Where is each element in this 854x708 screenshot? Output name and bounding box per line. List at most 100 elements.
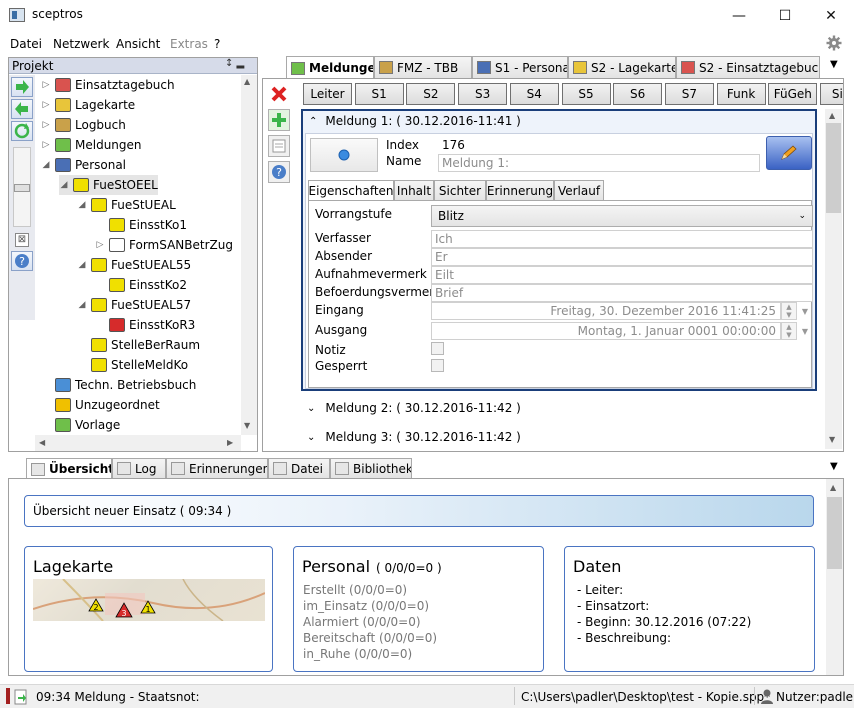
name-input[interactable]: Meldung 1: [438, 154, 760, 172]
tree-item-einsatztagebuch[interactable]: ▷ Einsatztagebuch [41, 75, 175, 95]
move-right-button[interactable] [11, 77, 33, 97]
meldung-1-header[interactable]: ⌃ Meldung 1: ( 30.12.2016-11:41 ) [303, 111, 815, 131]
personal-card[interactable]: Personal ( 0/0/0=0 ) Erstellt (0/0/0=0) … [293, 546, 544, 672]
panel-pin-icon[interactable]: ↕ ▂ [225, 58, 244, 69]
filter-button-s7[interactable]: S7 [664, 83, 714, 105]
tree-item-stellemeldko[interactable]: StelleMeldKo [77, 355, 188, 375]
tree-item-einsstkor3[interactable]: EinsstKoR3 [95, 315, 195, 335]
ausgang-spinner[interactable]: ▲ ▼ [781, 322, 797, 340]
lagekarte-map[interactable]: 2 3 1 [33, 579, 265, 621]
move-left-button[interactable] [11, 99, 33, 119]
tree-item-meldungen[interactable]: ▷ Meldungen [41, 135, 142, 155]
main-help-button[interactable]: ? [268, 161, 290, 183]
add-button[interactable] [268, 109, 290, 131]
meldung-3-header[interactable]: ⌄ Meldung 3: ( 30.12.2016-11:42 ) [307, 430, 521, 444]
subtab-erinnerung[interactable]: Erinnerung [486, 180, 554, 200]
subtab-eigenschaften[interactable]: Eigenschaften [308, 180, 394, 201]
collapse-icon[interactable]: ⊠ [15, 233, 29, 247]
tree-item-stelleberraum[interactable]: StelleBerRaum [77, 335, 200, 355]
tree-item-techn-betriebsbuch[interactable]: Techn. Betriebsbuch [41, 375, 196, 395]
meldungen-scrollbar[interactable]: ▲ ▼ [825, 109, 842, 449]
aufnahmevermerk-input[interactable]: Eilt [431, 266, 813, 284]
filter-button-s2[interactable]: S2 [406, 83, 456, 105]
menu-datei[interactable]: Datei [10, 37, 42, 51]
tree-expand-toggle-icon[interactable]: ◢ [59, 180, 69, 190]
befoerdungsvermerk-input[interactable]: Brief [431, 284, 813, 302]
filter-button-s5[interactable]: S5 [561, 83, 611, 105]
tree-item-logbuch[interactable]: ▷ Logbuch [41, 115, 126, 135]
main-tab-fmz-tbb[interactable]: FMZ - TBB [374, 56, 472, 78]
refresh-button[interactable] [11, 121, 33, 141]
notiz-checkbox[interactable] [431, 342, 444, 355]
filter-button-funk[interactable]: Funk [716, 83, 766, 105]
note-button[interactable] [268, 135, 290, 157]
tree-expand-toggle-icon[interactable]: ◢ [77, 300, 87, 310]
filter-button-leiter[interactable]: Leiter [303, 83, 352, 105]
close-button[interactable]: ✕ [808, 0, 854, 31]
meldungen-scroll-thumb[interactable] [826, 123, 841, 213]
overview-scrollbar[interactable]: ▲ [826, 479, 843, 675]
filter-button-s1[interactable]: S1 [354, 83, 404, 105]
tree-expand-toggle-icon[interactable]: ◢ [77, 260, 87, 270]
filter-button-s3[interactable]: S3 [458, 83, 508, 105]
bottom-tab-bibliothek[interactable]: Bibliothek [330, 458, 412, 478]
tree-expand-toggle-icon[interactable]: ▷ [41, 140, 51, 150]
menu-help[interactable]: ? [214, 37, 220, 51]
tree-expand-toggle-icon[interactable]: ▷ [95, 240, 105, 250]
tree-item-fuestueal55[interactable]: ◢ FueStUEAL55 [77, 255, 191, 275]
verfasser-input[interactable]: Ich [431, 230, 813, 248]
minimize-button[interactable]: — [716, 0, 762, 31]
zoom-slider-thumb[interactable] [14, 184, 30, 192]
menu-netzwerk[interactable]: Netzwerk [53, 37, 109, 51]
tree-item-fuestueal[interactable]: ◢ FueStUEAL [77, 195, 176, 215]
absender-input[interactable]: Er [431, 248, 813, 266]
tree-expand-toggle-icon[interactable]: ▷ [41, 120, 51, 130]
gear-icon[interactable] [826, 35, 842, 51]
tree-item-fuestueal57[interactable]: ◢ FueStUEAL57 [77, 295, 191, 315]
subtab-sichter[interactable]: Sichter [434, 180, 486, 200]
tree-item-unzugeordnet[interactable]: Unzugeordnet [41, 395, 160, 415]
edit-button[interactable] [766, 136, 812, 170]
bottom-tab-datei[interactable]: Datei [268, 458, 330, 478]
menu-ansicht[interactable]: Ansicht [116, 37, 160, 51]
filter-button-sich[interactable]: Sich [820, 83, 843, 105]
bottom-tab-overflow-icon[interactable]: ▼ [830, 461, 838, 472]
help-button[interactable]: ? [11, 251, 33, 271]
maximize-button[interactable]: ☐ [762, 0, 808, 31]
main-tab-s1-personal[interactable]: S1 - Personal [472, 56, 568, 78]
bottom-tab--bersicht[interactable]: Übersicht [26, 458, 112, 479]
main-tab-s2-einsatztagebuch[interactable]: S2 - Einsatztagebuch [676, 56, 820, 78]
main-tab-s2-lagekarte[interactable]: S2 - Lagekarte [568, 56, 676, 78]
tree-item-lagekarte[interactable]: ▷ Lagekarte [41, 95, 135, 115]
menu-extras[interactable]: Extras [170, 37, 208, 51]
delete-button[interactable] [268, 83, 290, 105]
bottom-tab-erinnerungen[interactable]: Erinnerungen [166, 458, 268, 478]
eingang-datetime[interactable]: Freitag, 30. Dezember 2016 11:41:25 [431, 302, 781, 320]
tree-expand-toggle-icon[interactable]: ▷ [41, 100, 51, 110]
gesperrt-checkbox[interactable] [431, 359, 444, 372]
overview-scroll-thumb[interactable] [827, 497, 842, 569]
tree-item-einsstko2[interactable]: EinsstKo2 [95, 275, 187, 295]
bottom-tab-log[interactable]: Log [112, 458, 166, 478]
zoom-slider[interactable] [13, 147, 31, 227]
tree-vertical-scrollbar[interactable]: ▲ ▼ [241, 75, 257, 435]
tree-item-formsanbetrzug[interactable]: ▷ FormSANBetrZug [95, 235, 233, 255]
filter-button-f-geh[interactable]: FüGeh [768, 83, 818, 105]
tree-expand-toggle-icon[interactable]: ▷ [41, 80, 51, 90]
tree-expand-toggle-icon[interactable]: ◢ [41, 160, 51, 170]
meldung-2-header[interactable]: ⌄ Meldung 2: ( 30.12.2016-11:42 ) [307, 401, 521, 415]
tree-item-personal[interactable]: ◢ Personal [41, 155, 126, 175]
eingang-dropdown-icon[interactable]: ▼ [797, 302, 813, 320]
tree-item-einsstko1[interactable]: EinsstKo1 [95, 215, 187, 235]
main-tab-meldungen[interactable]: Meldungen [286, 56, 374, 79]
filter-button-s6[interactable]: S6 [613, 83, 663, 105]
daten-card[interactable]: Daten - Leiter: - Einsatzort: - Beginn: … [564, 546, 815, 672]
tree-item-vorlage[interactable]: Vorlage [41, 415, 120, 435]
tree-item-fuestoeel[interactable]: ◢ FueStOEEL [59, 175, 158, 195]
lagekarte-card[interactable]: Lagekarte 2 3 1 [24, 546, 273, 672]
subtab-verlauf[interactable]: Verlauf [554, 180, 604, 200]
subtab-inhalt[interactable]: Inhalt [394, 180, 434, 200]
filter-button-s4[interactable]: S4 [509, 83, 559, 105]
ausgang-dropdown-icon[interactable]: ▼ [797, 322, 813, 340]
priority-indicator[interactable] [310, 138, 378, 172]
